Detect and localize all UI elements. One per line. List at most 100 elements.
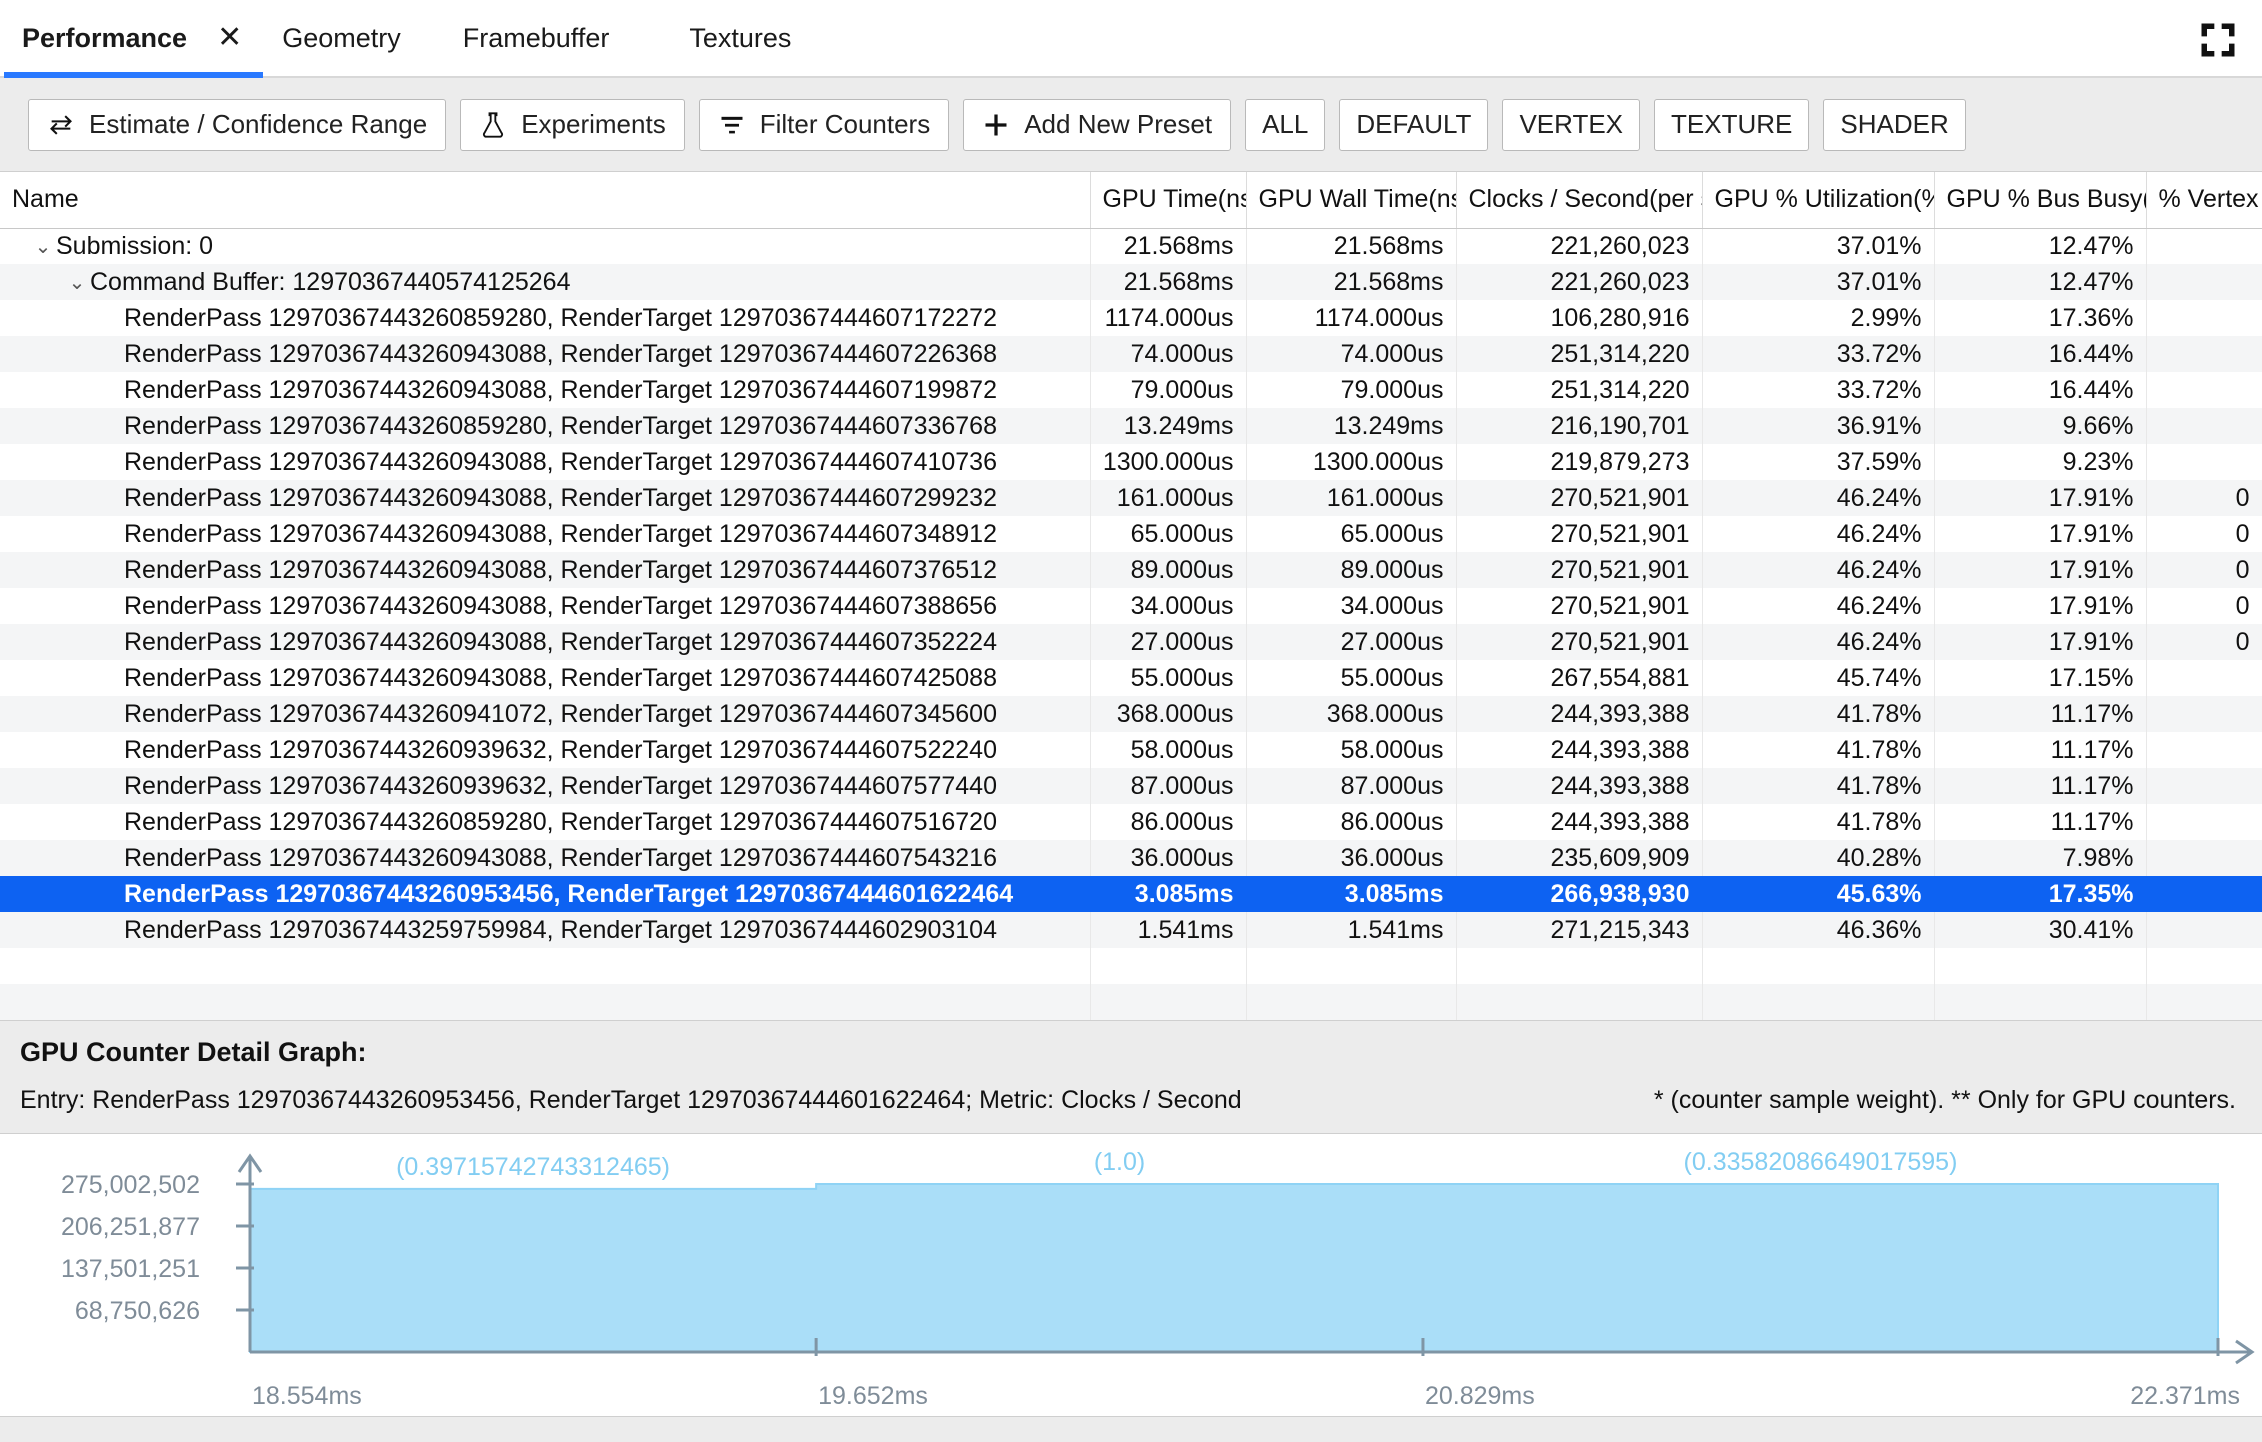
cell-name: RenderPass 12970367443260943088, RenderT… [0, 336, 1091, 372]
table-row[interactable]: ⌄ Command Buffer: 12970367440574125264 21.… [0, 264, 2262, 300]
cell-clocks-per-second: 267,554,881 [1456, 660, 1703, 696]
add-new-preset-button[interactable]: Add New Preset [963, 98, 1232, 151]
table-row[interactable]: RenderPass 12970367443260943088, RenderT… [0, 444, 2262, 480]
chart-y-tick-label: 137,501,251 [61, 1255, 200, 1283]
cell-name: RenderPass 12970367443260943088, RenderT… [0, 480, 1091, 516]
table-row[interactable]: RenderPass 12970367443259759984, RenderT… [0, 912, 2262, 948]
add-new-preset-label: Add New Preset [1024, 109, 1213, 139]
column-header-gpu-wall-time[interactable]: GPU Wall Time(ns) [1246, 172, 1457, 229]
row-label: RenderPass 12970367443260943088, RenderT… [124, 627, 997, 656]
filter-counters-button[interactable]: Filter Counters [698, 98, 950, 151]
cell-gpu-time: 368.000us [1090, 696, 1247, 732]
cell-empty [1456, 984, 1703, 1020]
cell-name: RenderPass 12970367443260939632, RenderT… [0, 768, 1091, 804]
chart-y-tick-label: 275,002,502 [61, 1171, 200, 1199]
column-header-gpu-time[interactable]: GPU Time(ns) [1090, 172, 1247, 229]
swap-arrows-icon [47, 111, 75, 139]
column-header-clocks-per-second[interactable]: Clocks / Second(per s) [1456, 172, 1703, 229]
row-label: RenderPass 12970367443260943088, RenderT… [124, 591, 997, 620]
preset-default-button[interactable]: DEFAULT [1339, 98, 1489, 151]
cell-name: RenderPass 12970367443260943088, RenderT… [0, 516, 1091, 552]
cell-name: RenderPass 12970367443260859280, RenderT… [0, 804, 1091, 840]
cell-gpu-bus-busy: 11.17% [1934, 696, 2147, 732]
cell-gpu-wall-time: 161.000us [1246, 480, 1457, 516]
row-label: RenderPass 12970367443260859280, RenderT… [124, 303, 997, 332]
row-label: RenderPass 12970367443260943088, RenderT… [124, 663, 997, 692]
cell-empty [1456, 948, 1703, 984]
preset-shader-label: SHADER [1840, 109, 1949, 139]
counters-table-container[interactable]: Name GPU Time(ns) GPU Wall Time(ns) Cloc… [0, 172, 2262, 1021]
cell-gpu-utilization: 46.24% [1702, 552, 1935, 588]
chart-x-tick-label: 22.371ms [2130, 1382, 2240, 1410]
table-row[interactable]: RenderPass 12970367443260943088, RenderT… [0, 660, 2262, 696]
preset-default-label: DEFAULT [1356, 109, 1472, 139]
cell-gpu-utilization: 37.59% [1702, 444, 1935, 480]
preset-all-button[interactable]: ALL [1245, 98, 1326, 151]
table-row[interactable]: RenderPass 12970367443260943088, RenderT… [0, 624, 2262, 660]
cell-gpu-bus-busy: 17.91% [1934, 480, 2147, 516]
estimate-confidence-range-button[interactable]: Estimate / Confidence Range [28, 98, 447, 151]
tab-performance[interactable]: Performance [0, 0, 264, 78]
row-label: RenderPass 12970367443260953456, RenderT… [124, 879, 1014, 908]
cell-gpu-wall-time: 368.000us [1246, 696, 1457, 732]
tab-performance-close-icon[interactable]: ✕ [209, 0, 260, 76]
cell-gpu-utilization: 46.24% [1702, 480, 1935, 516]
table-row[interactable]: RenderPass 12970367443260943088, RenderT… [0, 840, 2262, 876]
cell-gpu-utilization: 36.91% [1702, 408, 1935, 444]
preset-texture-button[interactable]: TEXTURE [1654, 98, 1810, 151]
table-row[interactable]: RenderPass 12970367443260943088, RenderT… [0, 480, 2262, 516]
column-header-percent-vertex[interactable]: % Vertex [2146, 172, 2262, 229]
cell-percent-vertex [2146, 264, 2262, 300]
table-row[interactable]: RenderPass 12970367443260859280, RenderT… [0, 804, 2262, 840]
preset-vertex-button[interactable]: VERTEX [1502, 98, 1641, 151]
cell-gpu-utilization: 46.24% [1702, 624, 1935, 660]
table-row[interactable]: RenderPass 12970367443260939632, RenderT… [0, 732, 2262, 768]
table-row[interactable]: RenderPass 12970367443260859280, RenderT… [0, 408, 2262, 444]
cell-gpu-bus-busy: 16.44% [1934, 372, 2147, 408]
cell-clocks-per-second: 271,215,343 [1456, 912, 1703, 948]
row-label: RenderPass 12970367443260939632, RenderT… [124, 735, 997, 764]
tab-performance-label: Performance [22, 22, 188, 53]
table-row[interactable]: RenderPass 12970367443260939632, RenderT… [0, 768, 2262, 804]
chart-segment-weight-label: (1.0) [1094, 1148, 1145, 1176]
cell-empty [2146, 984, 2262, 1020]
cell-gpu-time: 27.000us [1090, 624, 1247, 660]
cell-gpu-time: 36.000us [1090, 840, 1247, 876]
table-row[interactable]: RenderPass 12970367443260943088, RenderT… [0, 372, 2262, 408]
tab-framebuffer[interactable]: Framebuffer [423, 0, 650, 76]
tab-geometry[interactable]: Geometry [260, 0, 423, 76]
experiments-button[interactable]: Experiments [460, 98, 685, 151]
row-label: RenderPass 12970367443260859280, RenderT… [124, 807, 997, 836]
cell-clocks-per-second: 270,521,901 [1456, 624, 1703, 660]
tab-textures[interactable]: Textures [649, 0, 831, 76]
detail-header: GPU Counter Detail Graph: Entry: RenderP… [0, 1021, 2262, 1133]
table-row-empty [0, 984, 2262, 1020]
chevron-down-icon[interactable]: ⌄ [64, 270, 90, 295]
table-row[interactable]: RenderPass 12970367443260859280, RenderT… [0, 300, 2262, 336]
cell-gpu-wall-time: 87.000us [1246, 768, 1457, 804]
cell-percent-vertex [2146, 840, 2262, 876]
cell-gpu-bus-busy: 9.23% [1934, 444, 2147, 480]
flask-icon [479, 111, 507, 139]
preset-shader-button[interactable]: SHADER [1823, 98, 1966, 151]
column-header-gpu-bus-busy[interactable]: GPU % Bus Busy(%) [1934, 172, 2147, 229]
table-row[interactable]: RenderPass 12970367443260953456, RenderT… [0, 876, 2262, 912]
cell-gpu-time: 89.000us [1090, 552, 1247, 588]
experiments-label: Experiments [521, 109, 666, 139]
table-row[interactable]: RenderPass 12970367443260941072, RenderT… [0, 696, 2262, 732]
table-row[interactable]: RenderPass 12970367443260943088, RenderT… [0, 588, 2262, 624]
column-header-name[interactable]: Name [0, 172, 1091, 229]
cell-empty [0, 948, 1091, 984]
table-row[interactable]: RenderPass 12970367443260943088, RenderT… [0, 552, 2262, 588]
row-label: RenderPass 12970367443260943088, RenderT… [124, 519, 997, 548]
fullscreen-icon[interactable] [2196, 18, 2240, 62]
column-header-gpu-utilization[interactable]: GPU % Utilization(%) [1702, 172, 1935, 229]
gpu-counter-detail-graph[interactable]: 275,002,502 206,251,877 137,501,251 68,750,… [0, 1133, 2262, 1416]
cell-name: RenderPass 12970367443259759984, RenderT… [0, 912, 1091, 948]
table-row[interactable]: RenderPass 12970367443260943088, RenderT… [0, 336, 2262, 372]
cell-empty [0, 984, 1091, 1020]
chevron-down-icon[interactable]: ⌄ [30, 234, 56, 259]
table-row[interactable]: RenderPass 12970367443260943088, RenderT… [0, 516, 2262, 552]
cell-gpu-wall-time: 13.249ms [1246, 408, 1457, 444]
table-row[interactable]: ⌄ Submission: 0 21.568ms 21.568ms 221,260,02… [0, 228, 2262, 264]
